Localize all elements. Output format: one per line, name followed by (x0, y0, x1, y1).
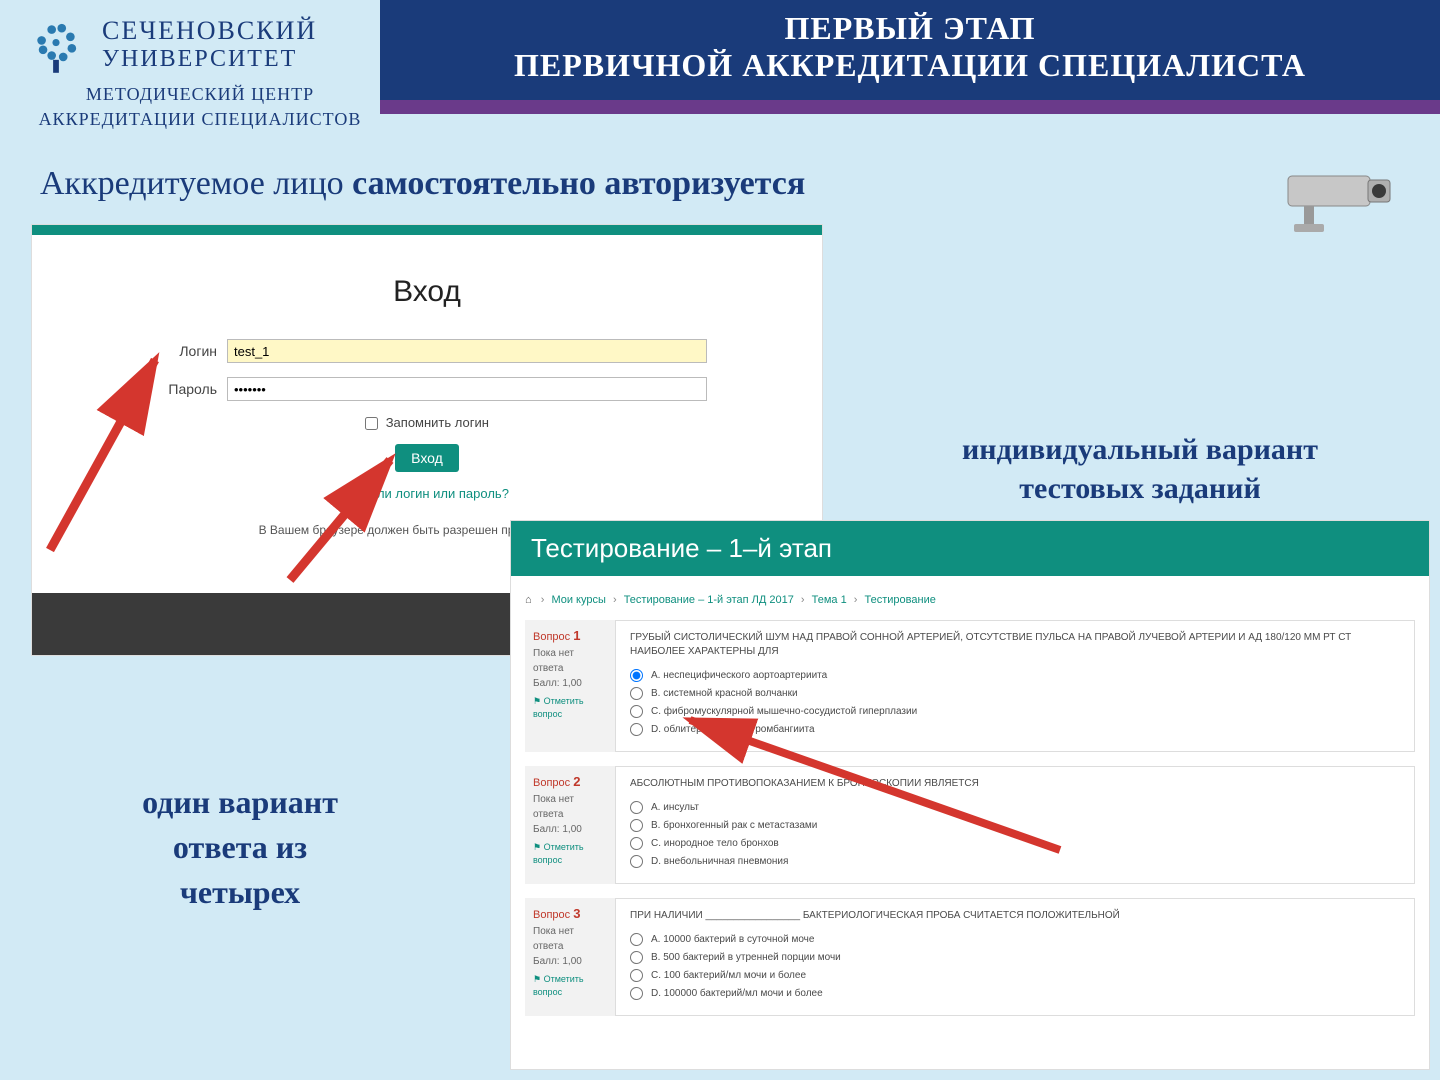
question-sidebar: Вопрос 3Пока нет ответаБалл: 1,00 ⚑ Отмет… (525, 898, 615, 1016)
question-number: Вопрос 2 (533, 772, 607, 792)
answer-radio[interactable] (630, 933, 643, 946)
answer-option[interactable]: A. 10000 бактерий в суточной моче (630, 933, 1400, 946)
answer-option[interactable]: A. неспецифического аортоартериита (630, 669, 1400, 682)
flag-question-link[interactable]: ⚑ Отметить вопрос (533, 841, 607, 868)
flag-question-link[interactable]: ⚑ Отметить вопрос (533, 973, 607, 1000)
breadcrumb: ⌂ › Мои курсы › Тестирование – 1-й этап … (525, 594, 1415, 606)
subtitle: Аккредитуемое лицо самостоятельно автори… (40, 165, 805, 203)
breadcrumb-item[interactable]: Тестирование (865, 594, 936, 606)
subtitle-bold: самостоятельно авторизуется (352, 165, 805, 202)
cctv-camera-icon (1280, 158, 1400, 238)
test-header: Тестирование – 1–й этап (511, 521, 1429, 576)
answer-option[interactable]: D. 100000 бактерий/мл мочи и более (630, 987, 1400, 1000)
test-screenshot: Тестирование – 1–й этап ⌂ › Мои курсы › … (510, 520, 1430, 1070)
question-block: Вопрос 3Пока нет ответаБалл: 1,00 ⚑ Отмет… (525, 898, 1415, 1016)
answer-label: D. облитерирующего тромбангиита (651, 724, 815, 735)
score-label: Балл: 1,00 (533, 676, 607, 691)
login-label: Логин (147, 343, 217, 359)
answer-radio[interactable] (630, 705, 643, 718)
answer-option[interactable]: B. бронхогенный рак с метастазами (630, 819, 1400, 832)
no-answer-label: Пока нет ответа (533, 924, 607, 954)
question-block: Вопрос 2Пока нет ответаБалл: 1,00 ⚑ Отмет… (525, 766, 1415, 884)
password-label: Пароль (147, 381, 217, 397)
question-main: ГРУБЫЙ СИСТОЛИЧЕСКИЙ ШУМ НАД ПРАВОЙ СОНН… (615, 620, 1415, 752)
answer-label: A. инсульт (651, 802, 699, 813)
answer-radio[interactable] (630, 951, 643, 964)
login-title: Вход (32, 275, 822, 309)
answer-label: C. фибромускулярной мышечно-сосудистой г… (651, 706, 917, 717)
answer-radio[interactable] (630, 687, 643, 700)
password-input[interactable] (227, 377, 707, 401)
logo-sub1: МЕТОДИЧЕСКИЙ ЦЕНТР (20, 84, 380, 105)
score-label: Балл: 1,00 (533, 822, 607, 837)
logo-block: СЕЧЕНОВСКИЙ УНИВЕРСИТЕТ МЕТОДИЧЕСКИЙ ЦЕН… (20, 8, 380, 130)
answer-radio[interactable] (630, 855, 643, 868)
answer-label: D. внебольничная пневмония (651, 856, 788, 867)
question-text: АБСОЛЮТНЫМ ПРОТИВОПОКАЗАНИЕМ К БРОНХОСКО… (630, 777, 1400, 791)
logo-line2: УНИВЕРСИТЕТ (102, 46, 317, 73)
answer-option[interactable]: A. инсульт (630, 801, 1400, 814)
question-block: Вопрос 1Пока нет ответаБалл: 1,00 ⚑ Отмет… (525, 620, 1415, 752)
header-accent (380, 100, 1440, 114)
forgot-link[interactable]: Забыли логин или пароль? (147, 486, 707, 501)
university-logo-icon (20, 8, 92, 80)
remember-label: Запомнить логин (386, 415, 489, 430)
annotation-left: один вариант ответа из четырех (85, 780, 395, 914)
breadcrumb-item[interactable]: Тема 1 (812, 594, 847, 606)
no-answer-label: Пока нет ответа (533, 792, 607, 822)
question-main: ПРИ НАЛИЧИИ _________________ БАКТЕРИОЛО… (615, 898, 1415, 1016)
header-line1: ПЕРВЫЙ ЭТАП (380, 10, 1440, 47)
answer-option[interactable]: C. 100 бактерий/мл мочи и более (630, 969, 1400, 982)
annotation-right: индивидуальный вариант тестовых заданий (865, 430, 1415, 508)
answer-radio[interactable] (630, 819, 643, 832)
answer-option[interactable]: B. 500 бактерий в утренней порции мочи (630, 951, 1400, 964)
answer-radio[interactable] (630, 723, 643, 736)
question-text: ПРИ НАЛИЧИИ _________________ БАКТЕРИОЛО… (630, 909, 1400, 923)
breadcrumb-item[interactable]: Мои курсы (551, 594, 605, 606)
answer-label: D. 100000 бактерий/мл мочи и более (651, 988, 823, 999)
question-sidebar: Вопрос 1Пока нет ответаБалл: 1,00 ⚑ Отмет… (525, 620, 615, 752)
answer-radio[interactable] (630, 669, 643, 682)
answer-label: C. 100 бактерий/мл мочи и более (651, 970, 806, 981)
answer-label: C. инородное тело бронхов (651, 838, 779, 849)
flag-question-link[interactable]: ⚑ Отметить вопрос (533, 695, 607, 722)
answer-label: B. 500 бактерий в утренней порции мочи (651, 952, 841, 963)
slide-header: ПЕРВЫЙ ЭТАП ПЕРВИЧНОЙ АККРЕДИТАЦИИ СПЕЦИ… (380, 0, 1440, 100)
answer-radio[interactable] (630, 837, 643, 850)
login-input[interactable] (227, 339, 707, 363)
question-text: ГРУБЫЙ СИСТОЛИЧЕСКИЙ ШУМ НАД ПРАВОЙ СОНН… (630, 631, 1400, 659)
login-submit-button[interactable]: Вход (395, 444, 459, 472)
answer-radio[interactable] (630, 801, 643, 814)
answer-radio[interactable] (630, 987, 643, 1000)
login-topbar (32, 225, 822, 235)
remember-checkbox[interactable] (365, 417, 378, 430)
logo-sub2: АККРЕДИТАЦИИ СПЕЦИАЛИСТОВ (20, 109, 380, 130)
no-answer-label: Пока нет ответа (533, 646, 607, 676)
answer-label: B. системной красной волчанки (651, 688, 798, 699)
question-number: Вопрос 3 (533, 904, 607, 924)
answer-option[interactable]: C. фибромускулярной мышечно-сосудистой г… (630, 705, 1400, 718)
breadcrumb-item[interactable]: Тестирование – 1-й этап ЛД 2017 (624, 594, 794, 606)
answer-label: A. неспецифического аортоартериита (651, 670, 827, 681)
answer-radio[interactable] (630, 969, 643, 982)
score-label: Балл: 1,00 (533, 954, 607, 969)
answer-option[interactable]: C. инородное тело бронхов (630, 837, 1400, 850)
home-icon[interactable]: ⌂ (525, 594, 532, 606)
question-sidebar: Вопрос 2Пока нет ответаБалл: 1,00 ⚑ Отмет… (525, 766, 615, 884)
logo-line1: СЕЧЕНОВСКИЙ (102, 16, 317, 46)
answer-option[interactable]: D. внебольничная пневмония (630, 855, 1400, 868)
answer-label: A. 10000 бактерий в суточной моче (651, 934, 814, 945)
question-number: Вопрос 1 (533, 626, 607, 646)
answer-label: B. бронхогенный рак с метастазами (651, 820, 817, 831)
answer-option[interactable]: B. системной красной волчанки (630, 687, 1400, 700)
header-line2: ПЕРВИЧНОЙ АККРЕДИТАЦИИ СПЕЦИАЛИСТА (380, 47, 1440, 84)
subtitle-pre: Аккредитуемое лицо (40, 165, 352, 202)
answer-option[interactable]: D. облитерирующего тромбангиита (630, 723, 1400, 736)
question-main: АБСОЛЮТНЫМ ПРОТИВОПОКАЗАНИЕМ К БРОНХОСКО… (615, 766, 1415, 884)
